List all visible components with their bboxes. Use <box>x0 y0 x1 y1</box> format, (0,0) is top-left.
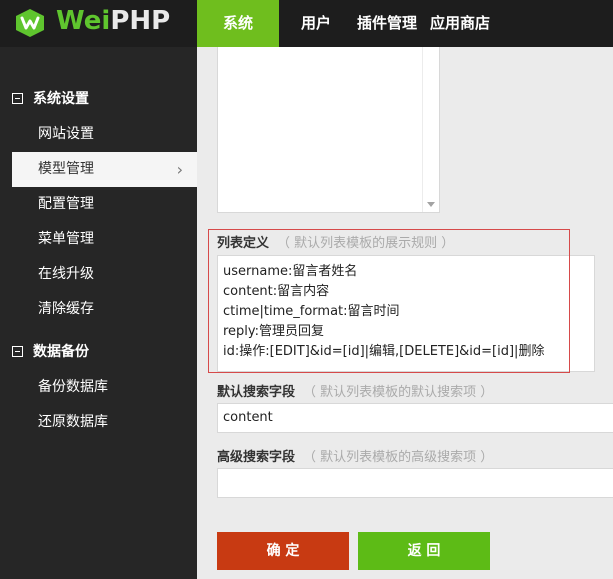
scroll-down-icon[interactable] <box>427 202 435 207</box>
sidebar-item-online-upgrade[interactable]: 在线升级 <box>0 257 197 292</box>
confirm-button[interactable]: 确 定 <box>217 532 349 570</box>
list-def-line: content:留言内容 <box>223 284 330 299</box>
list-def-line: username:留言者姓名 <box>223 264 358 279</box>
nav-item-app-store[interactable]: 应用商店 <box>430 0 503 47</box>
field-label-text: 默认搜索字段 <box>217 385 296 400</box>
nav-item-system[interactable]: 系统 <box>197 0 279 47</box>
list-def-label: 列表定义 （ 默认列表模板的展示规则 ） <box>217 232 454 251</box>
field-label-text: 高级搜索字段 <box>217 450 296 465</box>
sidebar-item-site-settings[interactable]: 网站设置 <box>0 117 197 152</box>
collapse-icon <box>12 93 23 104</box>
logo[interactable]: WeiPHP <box>0 0 197 47</box>
field-hint: （ 默认列表模板的高级搜索项 ） <box>303 450 494 465</box>
sidebar: 系统设置 网站设置 模型管理 › 配置管理 菜单管理 在线升级 清除缓存 数据备… <box>0 47 197 579</box>
sidebar-item-backup-database[interactable]: 备份数据库 <box>0 370 197 405</box>
sidebar-item-label: 模型管理 <box>38 161 94 177</box>
field-label-text: 列表定义 <box>217 236 270 251</box>
field-hint: （ 默认列表模板的展示规则 ） <box>277 236 455 251</box>
back-button[interactable]: 返 回 <box>358 532 490 570</box>
sidebar-group-data-backup[interactable]: 数据备份 <box>12 341 89 361</box>
search-field-label: 默认搜索字段 （ 默认列表模板的默认搜索项 ） <box>217 381 493 400</box>
sidebar-item-clear-cache[interactable]: 清除缓存 <box>0 292 197 327</box>
wechat-logo-icon <box>16 9 44 37</box>
field-hint: （ 默认列表模板的默认搜索项 ） <box>303 385 494 400</box>
sidebar-item-menu-management[interactable]: 菜单管理 <box>0 222 197 257</box>
sidebar-item-model-management[interactable]: 模型管理 › <box>12 152 197 187</box>
sidebar-item-config-management[interactable]: 配置管理 <box>0 187 197 222</box>
textarea-scrollbar[interactable] <box>422 47 439 212</box>
sidebar-item-restore-database[interactable]: 还原数据库 <box>0 405 197 440</box>
sidebar-group-label: 系统设置 <box>33 91 89 107</box>
search-field-input[interactable]: content <box>217 403 613 433</box>
list-def-line: id:操作:[EDIT]&id=[id]|编辑,[DELETE]&id=[id]… <box>223 344 545 359</box>
list-def-line: reply:管理员回复 <box>223 324 325 339</box>
sidebar-group-system-settings[interactable]: 系统设置 <box>12 88 89 108</box>
nav-item-users[interactable]: 用户 <box>288 0 344 47</box>
nav-item-plugins[interactable]: 插件管理 <box>344 0 430 47</box>
adv-search-input[interactable] <box>217 468 613 498</box>
top-bar: WeiPHP 系统 用户 插件管理 应用商店 <box>0 0 613 47</box>
brand-name-php: PHP <box>110 6 171 36</box>
previous-textarea[interactable] <box>217 47 440 213</box>
list-def-textarea[interactable]: username:留言者姓名 content:留言内容 ctime|time_f… <box>217 255 595 372</box>
brand-name: WeiPHP <box>56 6 170 36</box>
list-def-line: ctime|time_format:留言时间 <box>223 304 400 319</box>
brand-name-wei: Wei <box>56 6 111 36</box>
adv-search-label: 高级搜索字段 （ 默认列表模板的高级搜索项 ） <box>217 446 493 465</box>
main-content: 列表定义 （ 默认列表模板的展示规则 ） username:留言者姓名 conte… <box>197 47 613 579</box>
sidebar-group-label: 数据备份 <box>33 344 89 360</box>
collapse-icon <box>12 346 23 357</box>
chevron-right-icon: › <box>176 160 183 179</box>
top-nav: 系统 用户 插件管理 应用商店 <box>197 0 503 47</box>
